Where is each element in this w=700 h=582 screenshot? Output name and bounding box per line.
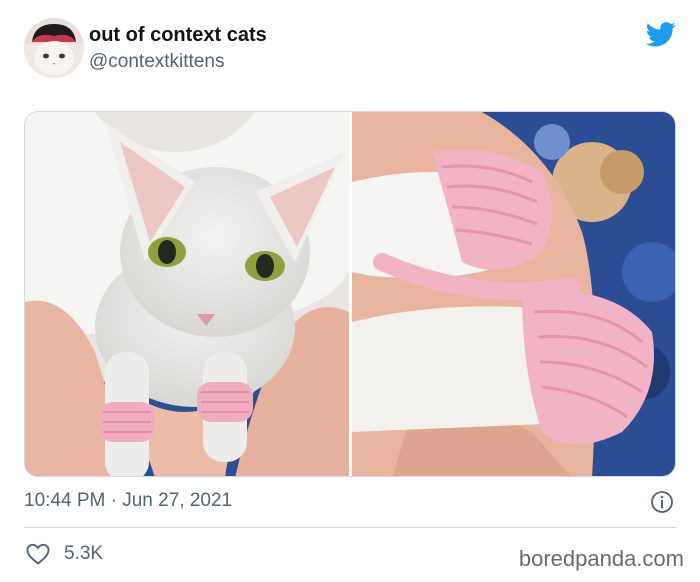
tweet-media[interactable] [24,111,676,477]
display-name[interactable]: out of context cats [89,24,267,47]
footer-divider [24,527,676,528]
info-icon[interactable] [650,490,674,514]
source-watermark: boredpanda.com [518,546,684,571]
paw-photo-image [352,112,675,476]
twitter-bird-icon[interactable] [646,22,676,47]
photo-paw-closeup[interactable] [352,112,675,476]
heart-icon[interactable] [26,543,50,565]
cat-photo-image [25,112,349,476]
tweet-card: out of context cats @contextkittens 10:4… [0,0,700,582]
photo-cat-in-hands[interactable] [25,112,349,476]
avatar[interactable] [24,18,84,78]
username-handle[interactable]: @contextkittens [89,51,224,73]
cat-avatar-icon [24,18,84,78]
like-count[interactable]: 5.3K [64,543,103,565]
tweet-timestamp[interactable]: 10:44 PM · Jun 27, 2021 [24,490,232,512]
